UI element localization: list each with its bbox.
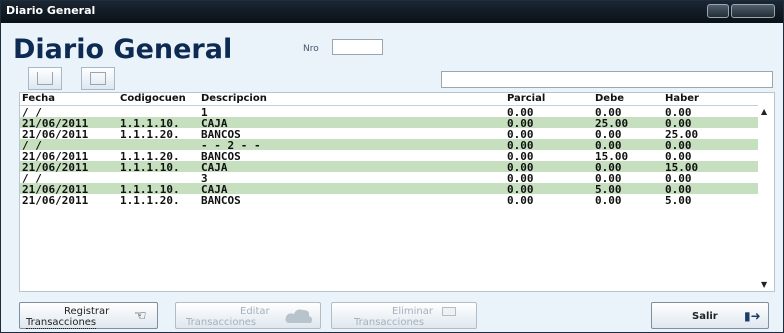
diario-general-window: Diario General Diario General Nro Fecha …	[0, 0, 784, 333]
scroll-down-arrow-icon[interactable]: ▼	[761, 280, 767, 289]
close-button[interactable]	[731, 4, 775, 18]
table-row[interactable]: 21/06/2011 1.1.1.10. CAJA 0.00 5.00 0.00	[20, 183, 758, 196]
registrar-transacciones-button[interactable]: Registrar Transacciones ☜	[19, 302, 158, 329]
cell-fecha: 21/06/2011	[22, 194, 89, 207]
nro-label: Nro	[303, 44, 319, 54]
cell-descripcion: BANCOS	[201, 194, 241, 207]
col-fecha: Fecha	[22, 93, 56, 104]
minimize-button[interactable]	[707, 4, 729, 18]
new-document-icon	[37, 72, 53, 85]
col-haber: Haber	[665, 93, 699, 104]
cloud-icon	[285, 309, 313, 323]
table-row[interactable]: 21/06/2011 1.1.1.20. BANCOS 0.00 0.00 25…	[20, 128, 758, 141]
window-title: Diario General	[6, 4, 96, 17]
table-row[interactable]: / / 3 0.00 0.00 0.00	[20, 172, 758, 185]
registrar-line1: Registrar	[64, 306, 110, 317]
editar-transacciones-button[interactable]: Editar Transacciones	[175, 302, 321, 329]
cell-codigocuen: 1.1.1.20.	[120, 194, 180, 207]
title-bar: Diario General	[1, 1, 783, 23]
registrar-line2: Transacciones	[26, 317, 97, 329]
table-header: Fecha Codigocuen Descripcion Parcial Deb…	[20, 93, 774, 106]
eliminar-line2: Transacciones	[354, 317, 425, 328]
col-parcial: Parcial	[507, 93, 546, 104]
scroll-up-arrow-icon[interactable]: ▲	[761, 107, 767, 116]
transactions-table: Fecha Codigocuen Descripcion Parcial Deb…	[19, 92, 775, 292]
eliminar-transacciones-button[interactable]: Eliminar Transacciones	[331, 302, 477, 329]
cell-haber: 5.00	[665, 194, 692, 207]
salir-label: Salir	[692, 311, 718, 322]
table-row[interactable]: 21/06/2011 1.1.1.20. BANCOS 0.00 15.00 0…	[20, 150, 758, 163]
new-document-button[interactable]	[28, 67, 62, 90]
col-debe: Debe	[595, 93, 625, 104]
copy-document-icon	[90, 72, 106, 85]
table-row[interactable]: 21/06/2011 1.1.1.10. CAJA 0.00 0.00 15.0…	[20, 161, 758, 174]
hand-cursor-icon: ☜	[134, 308, 147, 324]
col-descripcion: Descripcion	[201, 93, 267, 104]
cell-parcial: 0.00	[507, 194, 534, 207]
nro-field[interactable]	[332, 39, 383, 55]
search-input[interactable]	[441, 71, 773, 88]
table-row[interactable]: / / 1 0.00 0.00 0.00	[20, 106, 758, 119]
editar-line1: Editar	[240, 306, 270, 317]
exit-door-icon: ▮➜	[744, 309, 761, 323]
vertical-scrollbar[interactable]: ▲ ▼	[758, 105, 774, 291]
salir-button[interactable]: Salir ▮➜	[651, 302, 769, 329]
table-row[interactable]: 21/06/2011 1.1.1.20. BANCOS 0.00 0.00 5.…	[20, 194, 758, 207]
cell-debe: 0.00	[595, 194, 622, 207]
eliminar-line1: Eliminar	[392, 306, 433, 317]
editar-line2: Transacciones	[186, 317, 257, 328]
eraser-icon	[442, 307, 456, 316]
col-codigocuen: Codigocuen	[120, 93, 186, 104]
copy-document-button[interactable]	[81, 67, 115, 90]
table-row[interactable]: 21/06/2011 1.1.1.10. CAJA 0.00 25.00 0.0…	[20, 117, 758, 130]
table-row[interactable]: / / - - 2 - - 0.00 0.00 0.00	[20, 139, 758, 152]
page-title: Diario General	[13, 34, 233, 65]
